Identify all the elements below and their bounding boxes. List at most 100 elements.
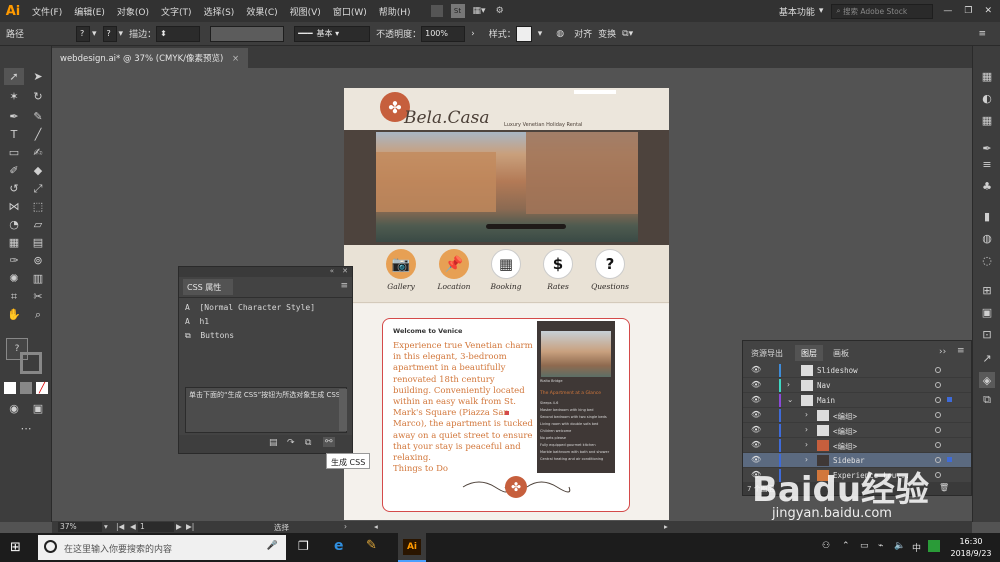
brush-definition[interactable]: ━━━ 基本 ▾: [294, 25, 371, 42]
shape-builder-tool-icon[interactable]: ◔: [4, 216, 24, 233]
none-mode-icon[interactable]: ╱: [36, 382, 48, 394]
document-tab[interactable]: webdesign.ai* @ 37% (CMYK/像素预览) ×: [52, 48, 248, 68]
direct-selection-tool-icon[interactable]: ➤: [28, 68, 48, 85]
brushes-icon[interactable]: ✒: [979, 140, 995, 156]
transform-icon[interactable]: ⊡: [979, 326, 995, 342]
menu-type[interactable]: 文字(T): [155, 5, 198, 18]
isolate-icon[interactable]: ⧉▾: [622, 29, 633, 39]
fill-swatch[interactable]: ?: [76, 25, 91, 42]
body-text[interactable]: Experience true Venetian charm in this e…: [393, 341, 535, 475]
battery-icon[interactable]: ▭: [860, 541, 869, 551]
layer-row-selected[interactable]: 👁 › Sidebar: [743, 453, 971, 468]
variable-width-profile[interactable]: [210, 25, 285, 42]
recolor-artwork-icon[interactable]: ◍: [556, 29, 564, 39]
eye-icon[interactable]: 👁: [751, 395, 761, 404]
edit-toolbar-icon[interactable]: ⋯: [16, 420, 36, 437]
target-icon[interactable]: [935, 427, 941, 433]
lasso-tool-icon[interactable]: ↻: [28, 88, 48, 105]
nav-questions[interactable]: ? Questions: [585, 249, 635, 291]
target-icon[interactable]: [935, 442, 941, 448]
chevron-down-icon[interactable]: ▾: [538, 29, 543, 39]
eye-icon[interactable]: 👁: [751, 425, 761, 434]
artboard[interactable]: ✤ Bela.Casa Luxury Venetian Holiday Rent…: [344, 88, 669, 520]
layer-row[interactable]: 👁 Experience tru...: [743, 468, 971, 483]
maximize-button[interactable]: ❐: [964, 6, 972, 16]
panel-menu-icon[interactable]: ≡: [957, 346, 965, 356]
hand-tool-icon[interactable]: ✋: [4, 306, 24, 323]
close-button[interactable]: ✕: [984, 6, 992, 16]
layer-row[interactable]: 👁 › <编组>: [743, 423, 971, 438]
chevron-down-icon[interactable]: ⌄: [787, 395, 793, 404]
nav-gallery[interactable]: 📷 Gallery: [376, 249, 426, 291]
people-icon[interactable]: ⚇: [822, 541, 830, 551]
task-view-icon[interactable]: ❐: [298, 539, 309, 553]
eye-icon[interactable]: 👁: [751, 470, 761, 479]
menu-file[interactable]: 文件(F): [26, 5, 68, 18]
type-tool-icon[interactable]: T: [4, 126, 24, 143]
opacity-input[interactable]: 100%: [421, 25, 466, 42]
menu-window[interactable]: 窗口(W): [327, 5, 373, 18]
css-style-row[interactable]: ⧉ Buttons: [185, 331, 234, 341]
nav-rates[interactable]: $ Rates: [533, 249, 583, 291]
chevron-right-icon[interactable]: ›: [344, 522, 347, 531]
css-style-row[interactable]: A h1: [185, 317, 209, 326]
stroke-color-icon[interactable]: [20, 352, 42, 374]
tray-up-icon[interactable]: ⌃: [842, 541, 850, 551]
bridge-icon[interactable]: [430, 5, 443, 17]
target-icon[interactable]: [935, 472, 941, 478]
chevron-down-icon[interactable]: ▾: [104, 522, 108, 531]
gradient-tool-icon[interactable]: ▤: [28, 234, 48, 251]
layer-row[interactable]: 👁 › <编组>: [743, 438, 971, 453]
perspective-grid-tool-icon[interactable]: ▱: [28, 216, 48, 233]
delete-layer-icon[interactable]: 🗑: [939, 483, 949, 492]
menu-object[interactable]: 对象(O): [111, 5, 155, 18]
close-icon[interactable]: ×: [232, 54, 239, 64]
gradient-icon[interactable]: ▮: [979, 208, 995, 224]
edge-browser-icon[interactable]: e: [334, 538, 344, 554]
minimize-button[interactable]: —: [943, 6, 952, 16]
eye-icon[interactable]: 👁: [751, 440, 761, 449]
artboard-tool-icon[interactable]: ⌗: [4, 288, 24, 305]
generate-css-icon[interactable]: ⚯: [323, 437, 335, 447]
eye-icon[interactable]: 👁: [751, 380, 761, 389]
eyedropper-tool-icon[interactable]: ✑: [4, 252, 24, 269]
align-button[interactable]: 对齐: [574, 27, 592, 40]
workspace-switcher[interactable]: 基本功能: [779, 5, 815, 18]
collapse-icon[interactable]: «: [330, 267, 334, 275]
width-tool-icon[interactable]: ⋈: [4, 198, 24, 215]
zoom-tool-icon[interactable]: ⌕: [28, 306, 48, 323]
css-style-row[interactable]: A [Normal Character Style]: [185, 303, 315, 312]
chevron-right-icon[interactable]: ›: [805, 425, 808, 434]
color-mode-icon[interactable]: [4, 382, 16, 394]
transparency-icon[interactable]: ◍: [979, 230, 995, 246]
export-css-icon[interactable]: ▤: [269, 438, 278, 448]
network-icon[interactable]: ⌁: [878, 541, 883, 551]
eraser-tool-icon[interactable]: ◆: [28, 162, 48, 179]
nav-booking[interactable]: ▦ Booking: [481, 249, 531, 291]
stroke-label[interactable]: 描边：: [129, 27, 156, 40]
magic-wand-tool-icon[interactable]: ✶: [4, 88, 24, 105]
chevron-down-icon[interactable]: ▾: [819, 6, 824, 16]
chevron-right-icon[interactable]: ›: [805, 410, 808, 419]
artboards-icon[interactable]: ⧉: [979, 392, 995, 408]
chevron-right-icon[interactable]: ›: [471, 29, 475, 39]
symbols-icon[interactable]: ♣: [979, 178, 995, 194]
transform-button[interactable]: 变换: [598, 27, 616, 40]
chevron-right-icon[interactable]: ›: [787, 380, 790, 389]
swatches-icon[interactable]: ▦: [979, 112, 995, 128]
tab-artboards[interactable]: 画板: [827, 345, 855, 361]
export-options-icon[interactable]: ⧉: [305, 438, 311, 448]
windows-start-icon[interactable]: ⊞: [10, 540, 21, 555]
curvature-tool-icon[interactable]: ✎: [28, 108, 48, 125]
artboard-number-input[interactable]: 1: [138, 522, 174, 532]
next-artboard-icon[interactable]: ▶: [176, 522, 182, 531]
prev-artboard-icon[interactable]: ◀: [130, 522, 136, 531]
shaper-tool-icon[interactable]: ✐: [4, 162, 24, 179]
chevron-down-icon[interactable]: ▾: [92, 29, 97, 39]
panel-menu-icon[interactable]: ≡: [340, 281, 348, 291]
layers-icon[interactable]: ◈: [979, 372, 995, 388]
volume-icon[interactable]: 🔈: [894, 541, 905, 551]
pathfinder-icon[interactable]: ▣: [979, 304, 995, 320]
chevron-right-icon[interactable]: ›: [805, 440, 808, 449]
eye-icon[interactable]: 👁: [751, 365, 761, 374]
